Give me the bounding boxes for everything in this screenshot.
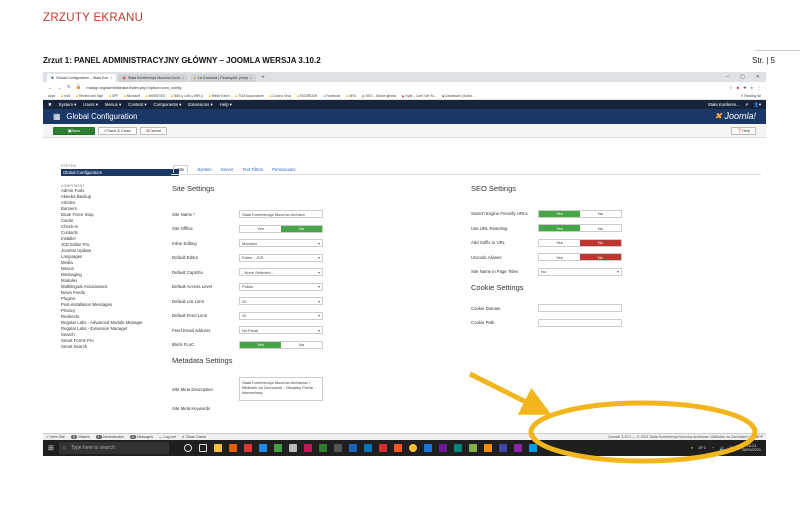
annotation-circle [528, 400, 758, 464]
annotation-arrow [468, 371, 552, 415]
annotation-overlay [468, 371, 758, 464]
